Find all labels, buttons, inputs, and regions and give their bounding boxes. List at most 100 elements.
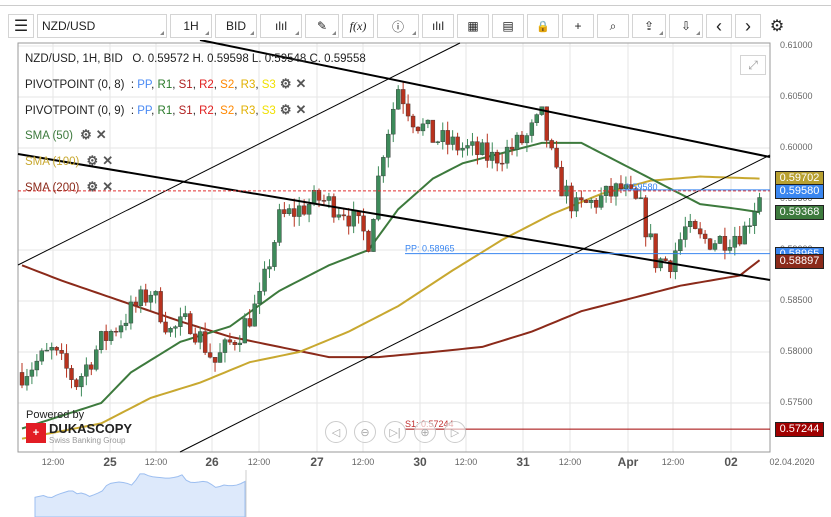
candle <box>579 197 584 201</box>
menu-button[interactable]: ☰ <box>8 14 34 38</box>
candle <box>386 133 391 158</box>
candle <box>653 233 658 269</box>
candle <box>549 140 554 149</box>
zoom-icon[interactable]: ⌕ <box>597 14 629 38</box>
gear-icon[interactable]: ⚙ <box>80 127 92 142</box>
expand-icon[interactable]: ⤢ <box>740 55 766 75</box>
x-tick: 12:00 <box>351 457 375 467</box>
y-tick: 0.61000 <box>780 40 813 50</box>
close-icon[interactable]: ✕ <box>96 127 107 142</box>
candle <box>39 350 44 362</box>
upload-icon[interactable]: ⇪ <box>632 14 666 38</box>
candle <box>143 289 148 303</box>
pivot-level: R2 <box>199 105 214 117</box>
candle <box>529 122 535 136</box>
candle <box>396 89 401 110</box>
y-tick: 0.60000 <box>780 142 813 152</box>
symbol-select[interactable]: NZD/USD <box>37 14 167 38</box>
candle <box>193 333 198 343</box>
x-tick: 12:00 <box>247 457 271 467</box>
chart-type-icon[interactable]: ılıl <box>260 14 302 38</box>
close-icon[interactable]: ✕ <box>102 179 113 194</box>
report-icon[interactable]: ▤ <box>492 14 524 38</box>
x-tick: 27 <box>310 455 324 469</box>
candle <box>613 183 619 197</box>
indicators-button[interactable]: f(x) <box>342 14 374 38</box>
lock-icon[interactable]: 🔒 <box>527 14 559 38</box>
volume-icon[interactable]: ılıl <box>422 14 454 38</box>
crosshair-icon[interactable]: + <box>562 14 594 38</box>
candle <box>153 291 158 296</box>
candle <box>287 208 292 214</box>
trendline-lower-thick[interactable] <box>17 153 771 281</box>
next-button[interactable]: › <box>735 14 761 38</box>
candle <box>183 313 188 317</box>
candle <box>391 108 396 135</box>
candle <box>420 123 426 132</box>
sma-indicator-legend: SMA (50) ⚙ ✕ <box>25 127 107 143</box>
zoom-in-button[interactable]: ⊕ <box>414 421 436 443</box>
gear-icon[interactable]: ⚙ <box>87 153 99 168</box>
candle <box>584 199 589 203</box>
timeframe-select[interactable]: 1H <box>170 14 212 38</box>
toolbar: ☰ NZD/USD 1H BID ılıl ✎ f(x) ⓘ ılıl ▦ ▤ … <box>8 14 790 40</box>
candle <box>138 289 144 306</box>
x-tick: 12:00 <box>454 457 478 467</box>
candle <box>707 238 713 250</box>
x-tick: 12:00 <box>41 457 65 467</box>
x-tick: 02.04.2020 <box>769 457 815 467</box>
candle <box>98 331 104 350</box>
prev-button[interactable]: ‹ <box>706 14 732 38</box>
candle <box>297 205 302 217</box>
candle <box>351 210 356 227</box>
candle <box>683 226 688 240</box>
gear-icon[interactable]: ⚙ <box>280 76 292 91</box>
x-tick: 12:00 <box>144 457 168 467</box>
candle <box>648 233 653 238</box>
channel-line-lower-thin[interactable] <box>179 154 771 453</box>
close-icon[interactable]: ✕ <box>102 153 113 168</box>
candle <box>49 347 54 351</box>
sma-label: SMA (200) <box>25 182 80 194</box>
pivot-level: R3 <box>240 105 256 117</box>
candle <box>113 331 119 333</box>
chart-header: NZD/USD, 1H, BID O. 0.59572 H. 0.59598 L… <box>25 53 366 65</box>
info-icon[interactable]: ⓘ <box>377 14 419 38</box>
scroll-left-button[interactable]: ◁ <box>325 421 347 443</box>
candles <box>19 81 762 397</box>
pivot-level: R2 <box>199 79 214 91</box>
candle <box>64 353 69 369</box>
powered-by-text: Powered by <box>26 409 85 421</box>
candle <box>569 185 574 212</box>
jump-latest-button[interactable]: ▷| <box>384 421 406 443</box>
zoom-out-button[interactable]: ⊖ <box>354 421 376 443</box>
pivot-level: S3 <box>261 79 276 91</box>
scroll-right-button[interactable]: ▷ <box>444 421 466 443</box>
candle <box>722 236 728 251</box>
candle <box>272 242 277 267</box>
y-tick: 0.58000 <box>780 346 813 356</box>
candle <box>524 135 530 144</box>
candle <box>430 119 436 143</box>
draw-tool-icon[interactable]: ✎ <box>305 14 339 38</box>
close-icon[interactable]: ✕ <box>295 76 306 91</box>
sma-indicator-legend: SMA (200) ⚙ ✕ <box>25 179 113 195</box>
candle <box>727 247 733 251</box>
download-icon[interactable]: ⇩ <box>669 14 703 38</box>
candle <box>475 141 480 155</box>
candle <box>232 341 238 345</box>
candle <box>59 350 64 354</box>
candle <box>445 130 450 145</box>
gear-icon[interactable]: ⚙ <box>764 14 790 38</box>
close-icon[interactable]: ✕ <box>295 102 306 117</box>
candle <box>103 331 109 341</box>
candle <box>207 352 213 358</box>
calendar-icon[interactable]: ▦ <box>457 14 489 38</box>
candle <box>178 316 183 327</box>
gear-icon[interactable]: ⚙ <box>280 102 292 117</box>
gear-icon[interactable]: ⚙ <box>87 179 99 194</box>
candle <box>589 199 594 203</box>
side-select[interactable]: BID <box>215 14 257 38</box>
candle <box>188 313 193 335</box>
y-tick: 0.60500 <box>780 91 813 101</box>
